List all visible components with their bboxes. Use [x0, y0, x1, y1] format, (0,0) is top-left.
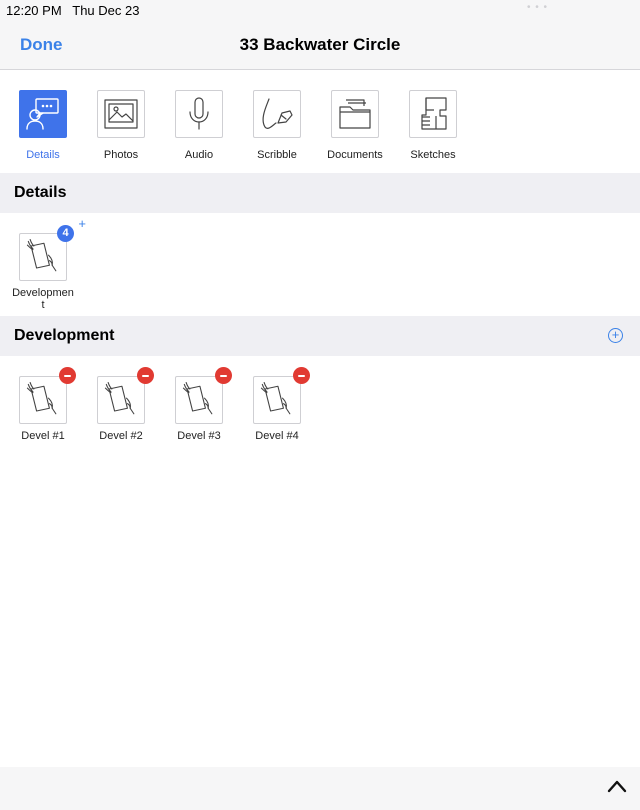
tablet-hand-icon	[97, 367, 154, 424]
list-item[interactable]: Devel #2	[86, 367, 156, 442]
list-item[interactable]: Devel #4	[242, 367, 312, 442]
details-section-header: Details	[0, 173, 640, 213]
remove-icon[interactable]	[59, 367, 76, 384]
tab-photos[interactable]: Photos	[82, 90, 160, 161]
navigation-bar: Done 33 Backwater Circle	[0, 20, 640, 70]
tab-label: Details	[26, 149, 60, 161]
category-tabs: Details Photos Audio Scribble Documents …	[0, 71, 640, 172]
development-section-header: Development +	[0, 316, 640, 356]
tab-sketches[interactable]: Sketches	[394, 90, 472, 161]
list-item[interactable]: Devel #1	[8, 367, 78, 442]
details-icon	[19, 90, 67, 138]
floor-plan-icon	[409, 90, 457, 138]
tablet-hand-icon	[253, 367, 310, 424]
remove-icon[interactable]	[215, 367, 232, 384]
tablet-hand-icon: 4 +	[19, 217, 86, 281]
section-title: Development	[14, 327, 115, 344]
microphone-icon	[175, 90, 223, 138]
item-count-badge: 4	[57, 225, 74, 242]
tab-audio[interactable]: Audio	[160, 90, 238, 161]
folder-icon	[331, 90, 379, 138]
bottom-toolbar	[0, 767, 640, 810]
tab-scribble[interactable]: Scribble	[238, 90, 316, 161]
tab-label: Sketches	[410, 149, 456, 161]
tab-label: Scribble	[257, 149, 297, 161]
tab-label: Photos	[103, 149, 139, 161]
status-bar: 12:20 PM Thu Dec 23 • • •	[0, 0, 640, 20]
item-label: Devel #3	[177, 430, 221, 442]
status-date: Thu Dec 23	[72, 3, 140, 18]
tab-details[interactable]: Details	[4, 90, 82, 161]
section-title: Details	[14, 184, 67, 201]
item-label: Devel #4	[255, 430, 299, 442]
item-label: Devel #1	[21, 430, 65, 442]
add-circle-icon[interactable]: +	[608, 328, 623, 343]
scribble-pen-icon	[253, 90, 301, 138]
tab-label: Audio	[184, 149, 214, 161]
add-item-plus-icon[interactable]: +	[78, 217, 86, 230]
remove-icon[interactable]	[293, 367, 310, 384]
photos-icon	[97, 90, 145, 138]
status-time: 12:20 PM	[6, 3, 62, 18]
tablet-hand-icon	[175, 367, 232, 424]
multitasking-dots[interactable]: • • •	[527, 2, 548, 13]
development-folder[interactable]: 4 + Development	[8, 217, 86, 311]
chevron-up-icon[interactable]	[607, 779, 627, 793]
tablet-hand-icon	[19, 367, 76, 424]
tab-label: Documents	[327, 149, 383, 161]
item-label: Development	[12, 287, 74, 311]
list-item[interactable]: Devel #3	[164, 367, 234, 442]
tab-documents[interactable]: Documents	[316, 90, 394, 161]
page-title: 33 Backwater Circle	[239, 35, 401, 54]
remove-icon[interactable]	[137, 367, 154, 384]
item-label: Devel #2	[99, 430, 143, 442]
